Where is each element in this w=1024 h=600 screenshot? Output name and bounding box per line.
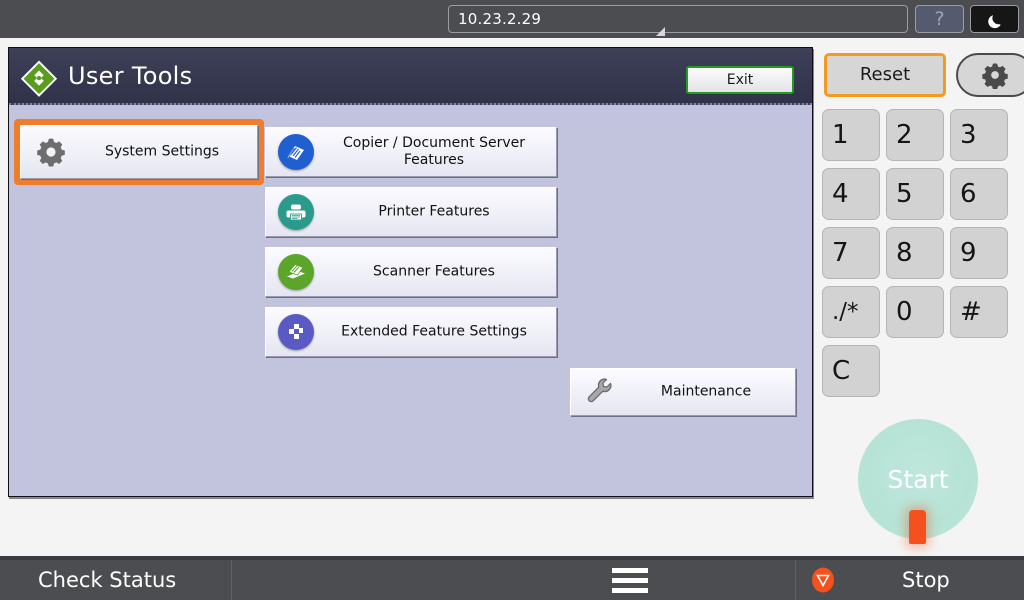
key-0[interactable]: 0 bbox=[886, 286, 944, 338]
tile-label: Copier / Document Server Features bbox=[343, 135, 525, 168]
key-7[interactable]: 7 bbox=[822, 227, 880, 279]
copier-document-icon bbox=[278, 134, 314, 170]
tile-label: Maintenance bbox=[660, 383, 752, 400]
stop-icon bbox=[812, 567, 834, 593]
key-2[interactable]: 2 bbox=[886, 109, 944, 161]
key-8[interactable]: 8 bbox=[886, 227, 944, 279]
address-resize-corner[interactable] bbox=[656, 27, 665, 36]
key-dot-star[interactable]: ./* bbox=[822, 286, 880, 338]
extended-feature-icon bbox=[278, 314, 314, 350]
tile-maintenance[interactable]: Maintenance bbox=[570, 368, 796, 416]
gear-icon bbox=[982, 63, 1008, 89]
key-4[interactable]: 4 bbox=[822, 168, 880, 220]
address-input[interactable]: 10.23.2.29 bbox=[448, 5, 908, 33]
scanner-icon bbox=[278, 254, 314, 290]
tile-printer-features[interactable]: Printer Features bbox=[265, 187, 557, 237]
tile-label: Extended Feature Settings bbox=[341, 323, 527, 340]
menu-line bbox=[612, 568, 648, 573]
sidebar-item-system-settings[interactable]: System Settings bbox=[14, 119, 264, 185]
user-tools-diamond-icon bbox=[20, 60, 58, 97]
tile-copier-document-server-features[interactable]: Copier / Document Server Features bbox=[265, 127, 557, 177]
reset-button[interactable]: Reset bbox=[824, 53, 946, 97]
menu-line bbox=[612, 588, 648, 593]
menu-line bbox=[612, 578, 648, 583]
key-9[interactable]: 9 bbox=[950, 227, 1008, 279]
start-led-indicator bbox=[909, 510, 926, 544]
tile-scanner-features[interactable]: Scanner Features bbox=[265, 247, 557, 297]
settings-button[interactable] bbox=[956, 53, 1024, 97]
wrench-icon bbox=[583, 374, 619, 410]
printer-icon bbox=[278, 194, 314, 230]
tile-extended-feature-settings[interactable]: Extended Feature Settings bbox=[265, 307, 557, 357]
page-title: User Tools bbox=[68, 62, 193, 90]
key-5[interactable]: 5 bbox=[886, 168, 944, 220]
numeric-keypad: 1 2 3 4 5 6 7 8 9 ./* 0 # C bbox=[822, 109, 1022, 399]
gear-icon bbox=[33, 134, 69, 170]
key-6[interactable]: 6 bbox=[950, 168, 1008, 220]
system-settings-tile[interactable]: System Settings bbox=[20, 125, 258, 179]
moon-icon bbox=[987, 14, 1001, 28]
stop-button[interactable]: Stop bbox=[795, 560, 1024, 600]
tile-label: Printer Features bbox=[378, 203, 490, 220]
help-button[interactable]: ? bbox=[915, 5, 964, 33]
key-clear[interactable]: C bbox=[822, 345, 880, 397]
exit-button[interactable]: Exit bbox=[686, 66, 794, 94]
bottom-bar: Check Status Stop bbox=[0, 560, 1024, 600]
tile-label: Scanner Features bbox=[373, 263, 495, 280]
hamburger-menu-icon[interactable] bbox=[612, 568, 652, 593]
key-1[interactable]: 1 bbox=[822, 109, 880, 161]
key-hash[interactable]: # bbox=[950, 286, 1008, 338]
sleep-mode-button[interactable] bbox=[970, 5, 1019, 33]
stop-label: Stop bbox=[902, 568, 950, 592]
top-bar: 10.23.2.29 ? bbox=[0, 0, 1024, 38]
key-3[interactable]: 3 bbox=[950, 109, 1008, 161]
check-status-button[interactable]: Check Status bbox=[0, 560, 232, 600]
tile-label: System Settings bbox=[104, 143, 220, 160]
